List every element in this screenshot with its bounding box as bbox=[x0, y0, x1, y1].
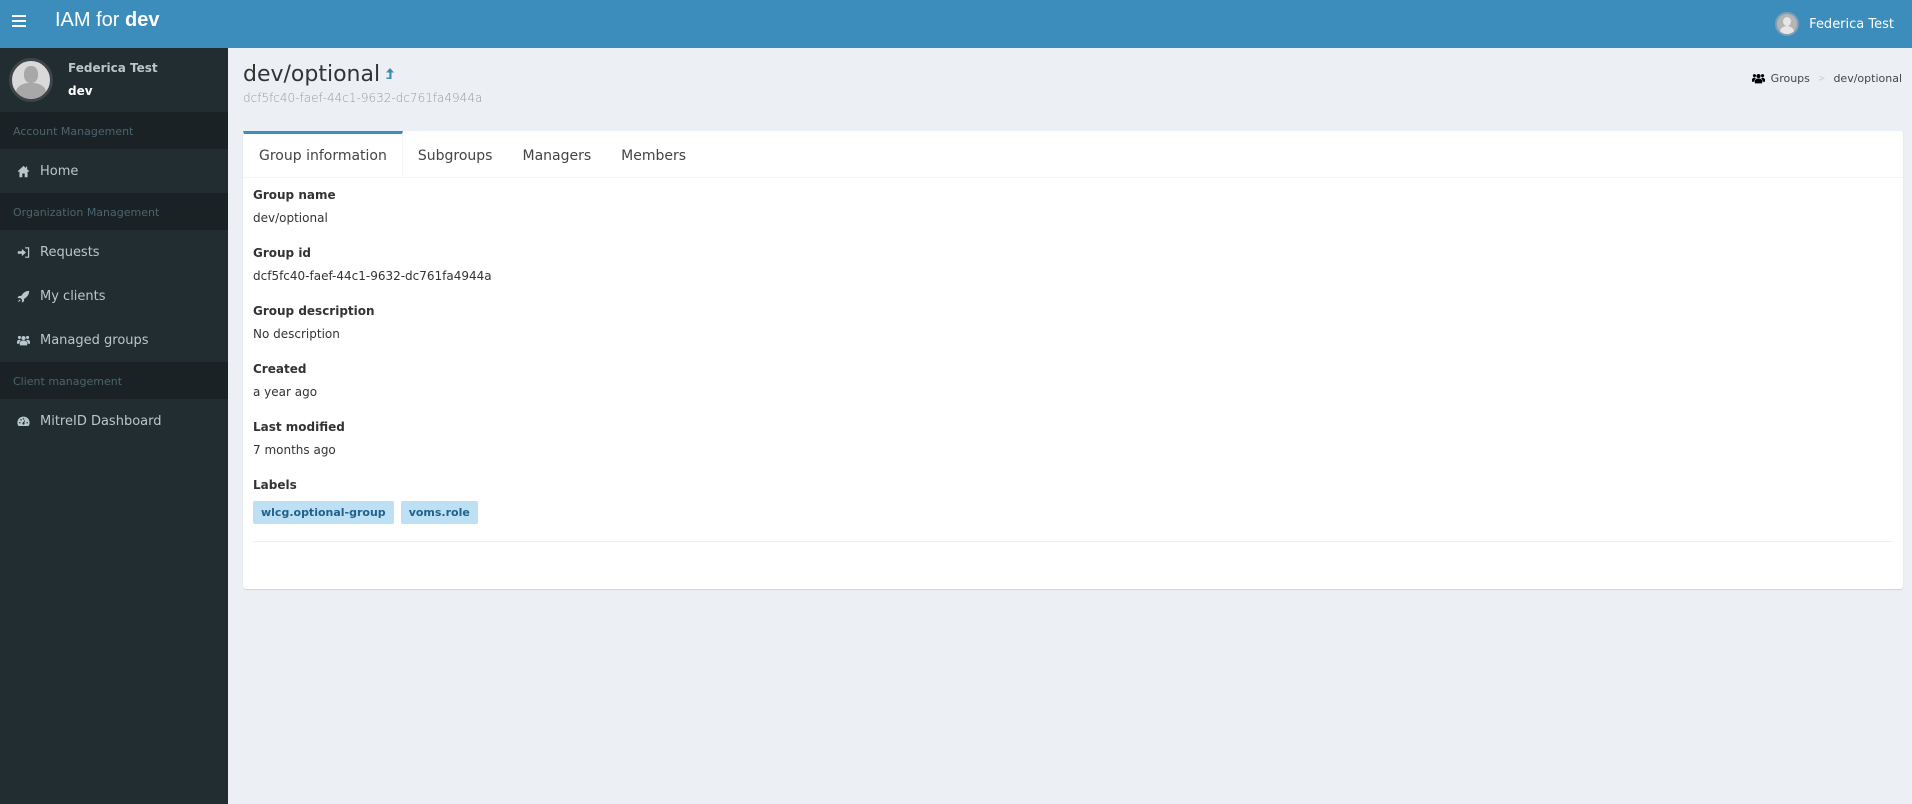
sidebar-item-mitreid-dashboard[interactable]: MitreID Dashboard bbox=[0, 399, 228, 443]
sidebar-item-label: Home bbox=[40, 163, 79, 179]
last-modified-value: 7 months ago bbox=[253, 443, 336, 457]
sign-in-icon bbox=[16, 245, 30, 259]
sidebar-item-home[interactable]: Home bbox=[0, 149, 228, 193]
group-description-value: No description bbox=[253, 327, 340, 341]
labels-label: Labels bbox=[253, 478, 297, 492]
sidebar-toggle-icon[interactable] bbox=[12, 15, 26, 29]
label-tag[interactable]: voms.role bbox=[400, 501, 478, 524]
tab-managers[interactable]: Managers bbox=[507, 131, 606, 177]
user-avatar-icon bbox=[1775, 12, 1800, 36]
group-details-card: Group information Subgroups Managers Mem… bbox=[243, 131, 1903, 589]
content-header: dev/optional dcf5fc40-faef-44c1-9632-dc7… bbox=[243, 62, 482, 105]
tab-bar: Group information Subgroups Managers Mem… bbox=[243, 131, 1903, 178]
sidebar-item-label: MitreID Dashboard bbox=[40, 413, 162, 429]
sidebar-user-org: dev bbox=[68, 84, 93, 98]
sidebar-header-organization-management: Organization Management bbox=[0, 193, 228, 230]
breadcrumb: Groups > dev/optional bbox=[1751, 72, 1902, 85]
sidebar-item-label: My clients bbox=[40, 288, 106, 304]
page-title-text: dev/optional bbox=[243, 62, 381, 87]
sidebar-item-my-clients[interactable]: My clients bbox=[0, 274, 228, 318]
level-up-icon[interactable] bbox=[385, 62, 395, 79]
users-icon bbox=[16, 333, 30, 347]
sidebar-header-client-management: Client management bbox=[0, 362, 228, 399]
top-navbar: IAM for dev Federica Test bbox=[0, 0, 1912, 48]
group-id-value: dcf5fc40-faef-44c1-9632-dc761fa4944a bbox=[253, 269, 492, 283]
sidebar-user-name: Federica Test bbox=[68, 61, 158, 75]
tab-subgroups[interactable]: Subgroups bbox=[403, 131, 508, 177]
home-icon bbox=[16, 164, 30, 178]
app-logo[interactable]: IAM for dev bbox=[55, 9, 159, 32]
group-id-label: Group id bbox=[253, 246, 312, 260]
sidebar-header-account-management: Account Management bbox=[0, 112, 228, 149]
page-title: dev/optional bbox=[243, 62, 482, 87]
sidebar: Federica Test dev Account Management Hom… bbox=[0, 48, 228, 804]
user-menu-name: Federica Test bbox=[1809, 16, 1894, 32]
sidebar-item-managed-groups[interactable]: Managed groups bbox=[0, 318, 228, 362]
rocket-icon bbox=[16, 289, 30, 303]
group-name-label: Group name bbox=[253, 188, 336, 202]
group-name-value: dev/optional bbox=[253, 211, 328, 225]
dashboard-icon bbox=[16, 414, 30, 428]
sidebar-item-label: Requests bbox=[40, 244, 100, 260]
labels-list: wlcg.optional-group voms.role bbox=[253, 501, 1893, 524]
sidebar-user-panel: Federica Test dev bbox=[0, 48, 228, 112]
group-information-panel: Group name dev/optional Group id dcf5fc4… bbox=[243, 178, 1903, 542]
brand-prefix: IAM for bbox=[55, 9, 126, 31]
section-divider bbox=[253, 541, 1893, 542]
sidebar-item-label: Managed groups bbox=[40, 332, 149, 348]
breadcrumb-groups-link[interactable]: Groups bbox=[1771, 72, 1810, 85]
sidebar-item-requests[interactable]: Requests bbox=[0, 230, 228, 274]
label-tag[interactable]: wlcg.optional-group bbox=[253, 501, 394, 524]
breadcrumb-separator: > bbox=[1817, 73, 1826, 84]
users-icon bbox=[1751, 73, 1765, 84]
created-value: a year ago bbox=[253, 385, 318, 399]
brand-org: dev bbox=[125, 9, 160, 31]
group-description-label: Group description bbox=[253, 304, 375, 318]
created-label: Created bbox=[253, 362, 307, 376]
avatar bbox=[9, 58, 53, 102]
tab-group-information[interactable]: Group information bbox=[243, 131, 403, 177]
page-subtitle-group-id: dcf5fc40-faef-44c1-9632-dc761fa4944a bbox=[243, 91, 483, 105]
user-menu[interactable]: Federica Test bbox=[1775, 12, 1894, 36]
breadcrumb-current: dev/optional bbox=[1833, 72, 1902, 85]
tab-members[interactable]: Members bbox=[606, 131, 701, 177]
last-modified-label: Last modified bbox=[253, 420, 345, 434]
